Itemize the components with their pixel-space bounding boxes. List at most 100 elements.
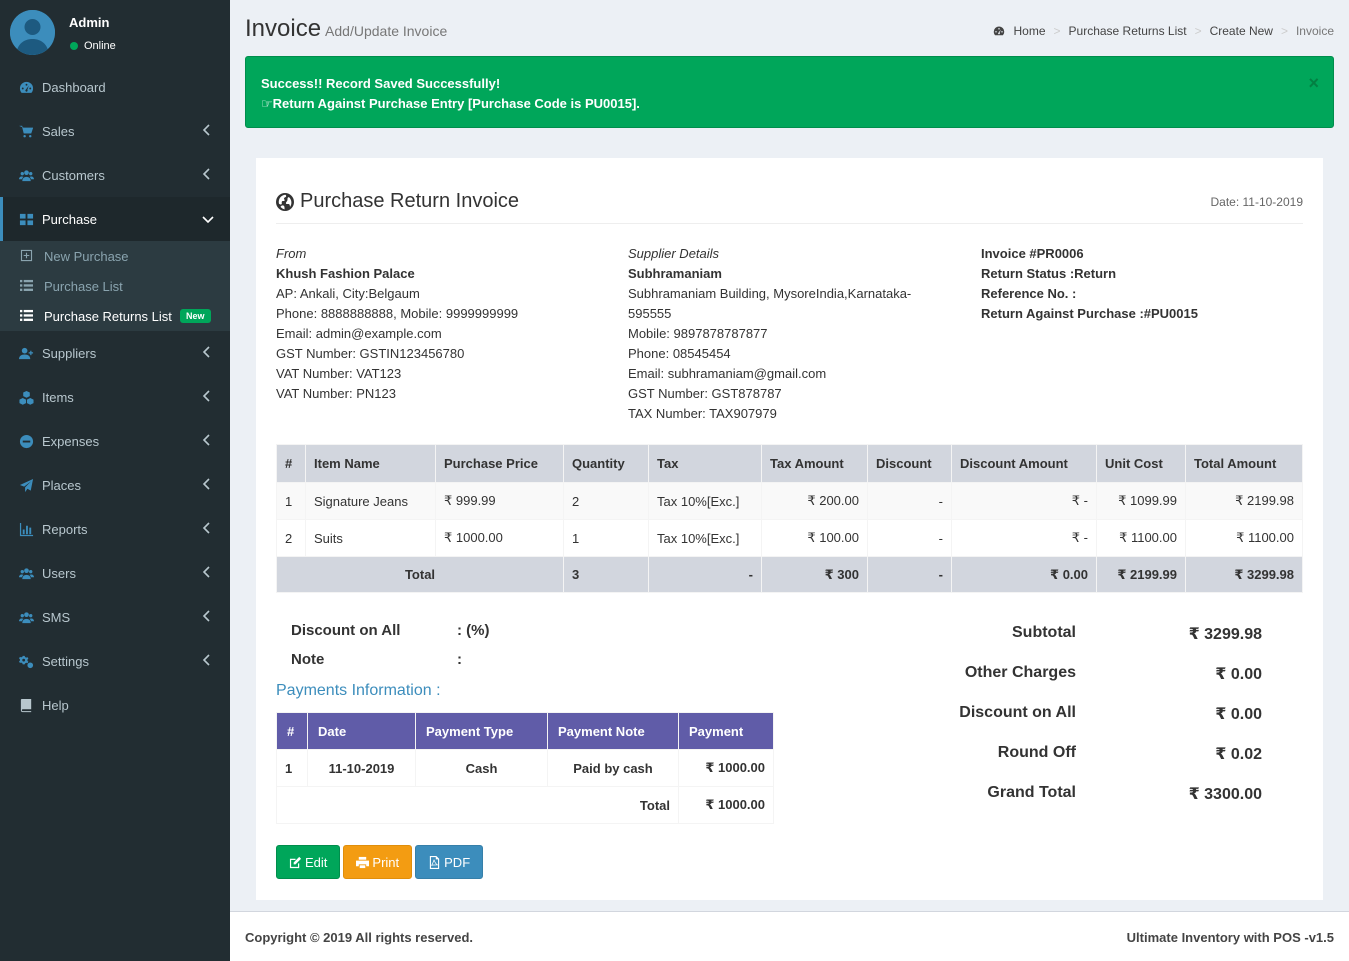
- sidebar-item-purchase[interactable]: Purchase: [0, 197, 230, 241]
- sidebar-item-places[interactable]: Places: [0, 463, 230, 507]
- cubes-icon: [18, 389, 34, 405]
- users-icon: [18, 167, 34, 183]
- hand-point-right-icon: ☞: [261, 96, 273, 111]
- footer: Copyright © 2019 All rights reserved. Ul…: [230, 911, 1349, 961]
- edit-icon: [289, 856, 302, 868]
- summary-grand-total: Grand Total ₹ 3300.00: [987, 784, 1262, 803]
- page-title: Invoice Add/Update Invoice: [245, 15, 448, 42]
- breadcrumb-home[interactable]: Home: [1013, 24, 1045, 38]
- discount-label: Discount on All: [291, 622, 401, 639]
- list-icon: [20, 279, 34, 293]
- globe-icon: [276, 192, 294, 211]
- file-pdf-icon: [429, 855, 440, 869]
- breadcrumb-purchase-returns-list[interactable]: Purchase Returns List: [1069, 24, 1187, 38]
- users-icon: [18, 565, 34, 581]
- cogs-icon: [18, 653, 34, 669]
- alert-line-2: ☞Return Against Purchase Entry [Purchase…: [261, 96, 640, 111]
- page-subtitle: Add/Update Invoice: [325, 23, 448, 39]
- chevron-left-icon: [202, 390, 212, 404]
- chevron-left-icon: [202, 478, 212, 492]
- from-address: From Khush Fashion Palace AP: Ankali, Ci…: [276, 246, 519, 401]
- users-icon: [18, 609, 34, 625]
- note-label: Note: [291, 651, 325, 668]
- payments-table: # Date Payment Type Payment Note Payment…: [276, 712, 774, 824]
- avatar: [10, 10, 55, 55]
- note-value: :: [457, 651, 462, 668]
- payments-total-row: Total ₹ 1000.00: [276, 786, 774, 824]
- plus-square-icon: [20, 249, 34, 263]
- print-icon: [356, 856, 370, 868]
- sidebar-subitem-purchase-list[interactable]: Purchase List: [0, 271, 230, 301]
- user-plus-icon: [18, 345, 34, 361]
- sidebar-subitem-new-purchase[interactable]: New Purchase: [0, 241, 230, 271]
- dashboard-icon: [18, 79, 34, 95]
- summary-round-off: Round Off ₹ 0.02: [997, 744, 1262, 763]
- action-buttons: Edit Print PDF: [276, 845, 486, 879]
- sidebar-item-suppliers[interactable]: Suppliers: [0, 331, 230, 375]
- chevron-left-icon: [202, 522, 212, 536]
- items-total-row: Total 3- ₹ 300- ₹ 0.00 ₹ 2199.99 ₹ 3299.98: [276, 556, 1303, 593]
- minus-circle-icon: [18, 433, 34, 449]
- breadcrumb-create-new[interactable]: Create New: [1210, 24, 1273, 38]
- breadcrumb: Home > Purchase Returns List > Create Ne…: [993, 24, 1334, 38]
- sidebar-item-items[interactable]: Items: [0, 375, 230, 419]
- payments-heading: Payments Information :: [276, 682, 441, 699]
- bar-chart-icon: [18, 521, 34, 537]
- purchase-submenu: New Purchase Purchase List Purchase Retu…: [0, 241, 230, 331]
- sidebar-item-expenses[interactable]: Expenses: [0, 419, 230, 463]
- table-row: 1 11-10-2019 Cash Paid by cash ₹ 1000.00: [276, 749, 774, 787]
- main-content: Invoice Add/Update Invoice Home > Purchas…: [230, 0, 1349, 911]
- edit-button[interactable]: Edit: [276, 845, 341, 879]
- sidebar-subitem-purchase-returns-list[interactable]: Purchase Returns List New: [0, 301, 230, 331]
- table-row: 1 Signature Jeans ₹ 999.99 2 Tax 10%[Exc.] ₹ …: [276, 482, 1303, 520]
- items-header-row: # Item Name Purchase Price Quantity Tax …: [276, 444, 1303, 483]
- sidebar-item-settings[interactable]: Settings: [0, 639, 230, 683]
- summary-block: Subtotal ₹ 3299.98 Other Charges ₹ 0.00 Di…: [956, 620, 1276, 820]
- invoice-title: Purchase Return Invoice: [276, 190, 519, 213]
- alert-line-1: Success!! Record Saved Successfully!: [261, 76, 501, 91]
- new-badge: New: [180, 309, 211, 323]
- summary-other-charges: Other Charges ₹ 0.00: [964, 664, 1262, 683]
- pdf-button[interactable]: PDF: [415, 845, 484, 879]
- user-name: Admin: [69, 15, 110, 30]
- success-alert: Success!! Record Saved Successfully! ☞Re…: [245, 56, 1334, 128]
- dashboard-icon: [994, 26, 1005, 36]
- supplier-details: Supplier Details Subhramaniam Subhramani…: [628, 246, 912, 421]
- cart-icon: [18, 123, 34, 139]
- divider: [276, 223, 1303, 224]
- sidebar-item-sms[interactable]: SMS: [0, 595, 230, 639]
- sidebar-item-reports[interactable]: Reports: [0, 507, 230, 551]
- chevron-left-icon: [202, 124, 212, 138]
- sidebar-menu: Dashboard Sales Customers Purchase New P…: [0, 65, 230, 727]
- user-status: Online: [70, 40, 116, 52]
- invoice-date: Date: 11-10-2019: [1210, 195, 1303, 209]
- sidebar-item-sales[interactable]: Sales: [0, 109, 230, 153]
- footer-copyright: Copyright © 2019 All rights reserved.: [245, 930, 474, 945]
- invoice-meta: Invoice #PR0006 Return Status :Return Re…: [981, 246, 1198, 321]
- sidebar: Admin Online Dashboard Sales Customers P…: [0, 0, 230, 961]
- breadcrumb-invoice: Invoice: [1295, 24, 1334, 38]
- table-row: 2 Suits ₹ 1000.00 1 Tax 10%[Exc.] ₹ 100.00- ₹ …: [276, 519, 1303, 557]
- chevron-left-icon: [202, 434, 212, 448]
- sidebar-item-help[interactable]: Help: [0, 683, 230, 727]
- chevron-left-icon: [202, 566, 212, 580]
- items-table: # Item Name Purchase Price Quantity Tax …: [276, 444, 1303, 593]
- alert-close-button[interactable]: ×: [1308, 73, 1319, 94]
- sidebar-item-users[interactable]: Users: [0, 551, 230, 595]
- footer-version: Ultimate Inventory with POS -v1.5: [1126, 930, 1334, 945]
- book-icon: [18, 697, 34, 713]
- invoice-box: Purchase Return Invoice Date: 11-10-2019…: [256, 158, 1323, 900]
- sidebar-item-customers[interactable]: Customers: [0, 153, 230, 197]
- chevron-down-icon: [202, 212, 214, 226]
- user-panel: Admin Online: [0, 0, 230, 66]
- payments-header-row: # Date Payment Type Payment Note Payment: [276, 712, 774, 750]
- print-button[interactable]: Print: [343, 845, 413, 879]
- chevron-left-icon: [202, 610, 212, 624]
- summary-subtotal: Subtotal ₹ 3299.98: [1012, 624, 1262, 643]
- chevron-left-icon: [202, 654, 212, 668]
- discount-value: : (%): [457, 622, 490, 639]
- sidebar-item-dashboard[interactable]: Dashboard: [0, 65, 230, 109]
- list-icon: [20, 309, 34, 323]
- chevron-left-icon: [202, 346, 212, 360]
- paper-plane-icon: [18, 477, 34, 493]
